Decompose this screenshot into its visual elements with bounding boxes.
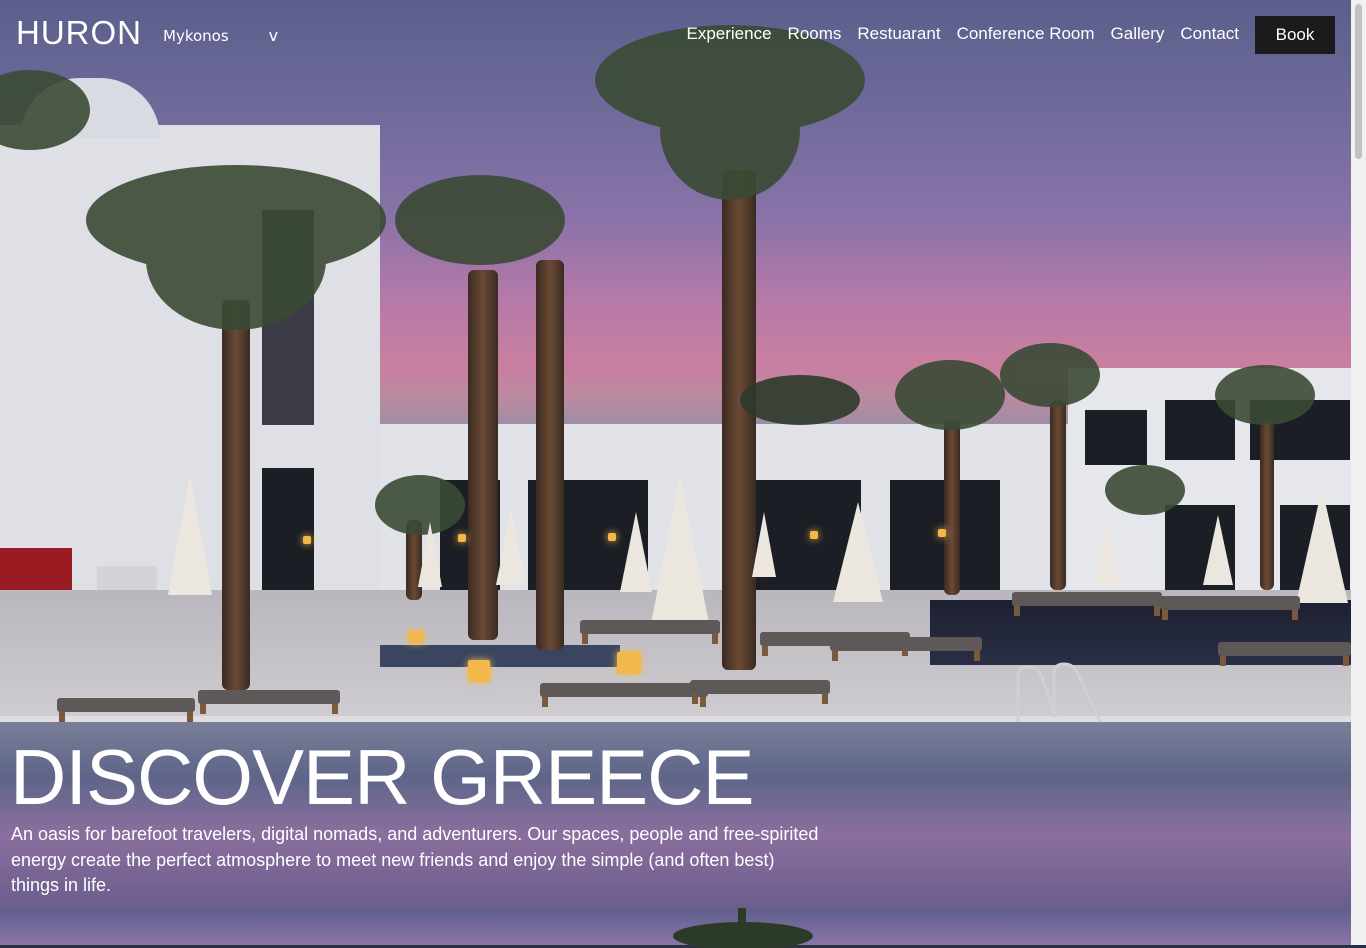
location-select-value: Mykonos	[163, 26, 229, 45]
book-button[interactable]: Book	[1255, 16, 1335, 54]
nav-link-rooms[interactable]: Rooms	[788, 24, 842, 44]
location-select[interactable]: Mykonos v	[163, 26, 278, 45]
nav-link-experience[interactable]: Experience	[686, 24, 771, 44]
scrollbar-thumb[interactable]	[1355, 4, 1362, 159]
hero-headline: DISCOVER GREECE	[10, 733, 754, 821]
main-nav: Experience Rooms Restuarant Conference R…	[670, 24, 1239, 44]
nav-link-contact[interactable]: Contact	[1180, 24, 1239, 44]
chevron-down-icon: v	[268, 26, 279, 45]
palm-silhouette	[673, 908, 813, 948]
nav-link-conference-room[interactable]: Conference Room	[957, 24, 1095, 44]
brand-logo[interactable]: HURON	[16, 14, 142, 52]
hero-section: HURON Mykonos v Experience Rooms Restuar…	[0, 0, 1351, 910]
nav-link-restaurant[interactable]: Restuarant	[857, 24, 940, 44]
nav-link-gallery[interactable]: Gallery	[1111, 24, 1165, 44]
page-scrollbar[interactable]	[1351, 0, 1366, 945]
hero-description: An oasis for barefoot travelers, digital…	[11, 824, 819, 895]
